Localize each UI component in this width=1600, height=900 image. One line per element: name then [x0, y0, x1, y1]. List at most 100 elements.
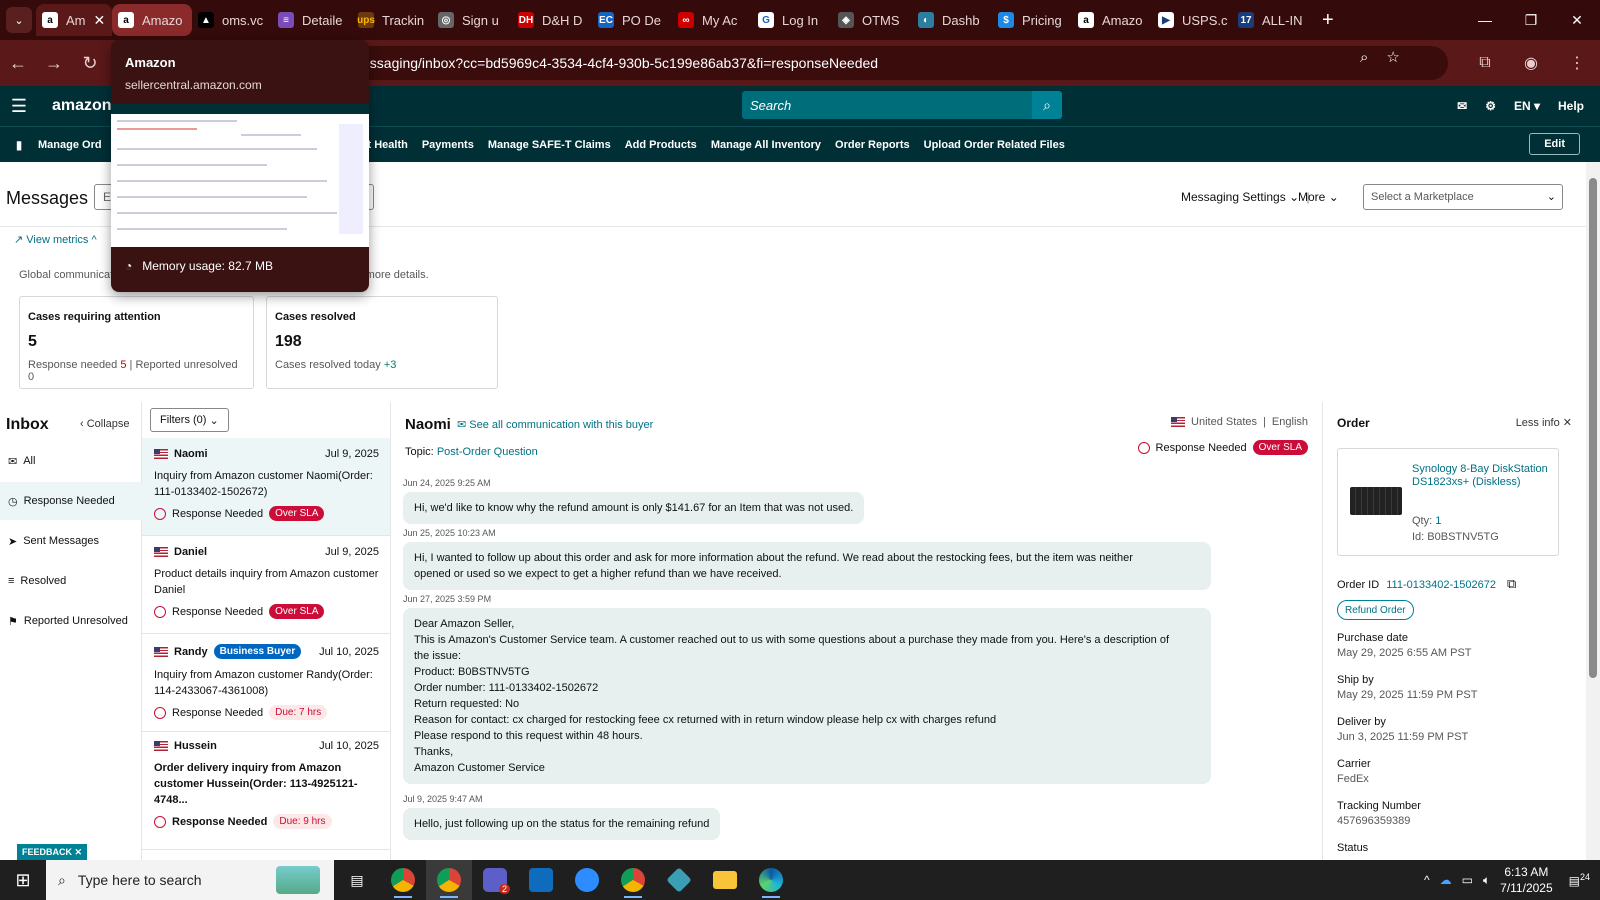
case-list-item[interactable]: Daniel Jul 9, 2025 Product details inquiry…: [142, 536, 390, 634]
extensions-icon[interactable]: ⧉: [1462, 54, 1508, 72]
inbox-filter-4[interactable]: ⚑ Reported Unresolved: [0, 602, 142, 640]
browser-tab-9[interactable]: G Log In: [752, 4, 832, 36]
taskbar-edge[interactable]: [748, 860, 794, 900]
network-icon[interactable]: ▭: [1462, 873, 1473, 887]
filters-button[interactable]: Filters (0) ⌄: [150, 408, 229, 432]
product-name-link[interactable]: Synology 8-Bay DiskStation DS1823xs+ (Di…: [1412, 463, 1552, 489]
browser-tab-4[interactable]: ups Trackin: [352, 4, 432, 36]
restore-button[interactable]: ❐: [1508, 0, 1554, 40]
page-scrollbar[interactable]: [1586, 162, 1600, 860]
taskbar-chrome-2[interactable]: [426, 860, 472, 900]
feedback-button[interactable]: FEEDBACK ✕: [17, 844, 88, 860]
taskbar-app-diamond[interactable]: [656, 860, 702, 900]
teams-badge: 2: [498, 884, 510, 894]
edit-nav-button[interactable]: Edit: [1529, 133, 1580, 155]
browser-tab-13[interactable]: a Amazo: [1072, 4, 1152, 36]
minimize-button[interactable]: —: [1462, 0, 1508, 40]
nav-item-5[interactable]: Add Products: [625, 139, 697, 151]
copy-icon[interactable]: ⧉: [1507, 576, 1516, 591]
forward-button[interactable]: →: [36, 53, 72, 74]
browser-tab-11[interactable]: ◐ Dashb: [912, 4, 992, 36]
zoom-icon[interactable]: ⌕: [1360, 49, 1368, 66]
browser-tab-3[interactable]: ≡ Detaile: [272, 4, 352, 36]
back-button[interactable]: ←: [0, 53, 36, 74]
scrollbar-thumb[interactable]: [1589, 178, 1597, 678]
browser-tab-1[interactable]: a Amazo: [112, 4, 192, 36]
nav-item-8[interactable]: Upload Order Related Files: [924, 139, 1065, 151]
browser-tab-0[interactable]: a Am ✕: [36, 4, 112, 36]
browser-tab-6[interactable]: DH D&H D: [512, 4, 592, 36]
taskbar-teams[interactable]: 2: [472, 860, 518, 900]
nav-item-4[interactable]: Manage SAFE-T Claims: [488, 139, 611, 151]
hamburger-menu-icon[interactable]: ☰: [0, 96, 38, 117]
taskbar-outlook[interactable]: [518, 860, 564, 900]
less-info-button[interactable]: Less info ✕: [1516, 416, 1572, 429]
order-field-value: May 29, 2025 11:59 PM PST: [1337, 689, 1478, 701]
bookmark-icon[interactable]: ▮: [0, 138, 38, 152]
browser-tab-15[interactable]: 17 ALL-IN: [1232, 4, 1312, 36]
notifications-icon[interactable]: ▤24: [1569, 872, 1590, 888]
help-link[interactable]: Help: [1558, 99, 1584, 113]
taskbar-chrome-1[interactable]: [380, 860, 426, 900]
browser-tab-5[interactable]: ◎ Sign u: [432, 4, 512, 36]
browser-menu-icon[interactable]: ⋮: [1554, 53, 1600, 73]
view-metrics-toggle[interactable]: ↗ View metrics ^: [14, 233, 97, 246]
inbox-filter-1[interactable]: ◷ Response Needed: [0, 482, 142, 520]
topic-link[interactable]: Post-Order Question: [437, 446, 538, 458]
message-line: opened or used so we expect to get a hig…: [414, 568, 782, 580]
tray-chevron-icon[interactable]: ^: [1424, 873, 1430, 887]
inbox-filter-3[interactable]: ≡ Resolved: [0, 562, 142, 600]
volume-icon[interactable]: 🔈︎: [1483, 873, 1490, 888]
mail-icon[interactable]: ✉: [1457, 99, 1467, 113]
taskbar-search[interactable]: ⌕ Type here to search: [46, 860, 334, 900]
messaging-settings-dropdown[interactable]: Messaging Settings ⌄ |: [1181, 190, 1310, 204]
tab-label: PO De: [622, 12, 662, 28]
browser-tab-2[interactable]: ▲ oms.vc: [192, 4, 272, 36]
case-list-item[interactable]: Randy Business Buyer Jul 10, 2025 Inquiry f…: [142, 634, 390, 732]
collapse-button[interactable]: ‹ Collapse: [80, 418, 130, 430]
browser-tab-7[interactable]: EC PO De: [592, 4, 672, 36]
close-tab-icon[interactable]: ✕: [94, 12, 106, 29]
bookmark-star-icon[interactable]: ☆: [1386, 48, 1399, 66]
browser-tab-14[interactable]: ▶ USPS.c: [1152, 4, 1232, 36]
browser-tab-8[interactable]: ∞ My Ac: [672, 4, 752, 36]
message-line: Dear Amazon Seller,: [414, 618, 515, 630]
inbox-filter-0[interactable]: ✉ All: [0, 442, 142, 480]
profile-icon[interactable]: ◉: [1508, 53, 1554, 73]
language-selector[interactable]: EN ▾: [1514, 99, 1540, 113]
browser-tab-10[interactable]: ◈ OTMS: [832, 4, 912, 36]
clock-icon: [154, 605, 166, 618]
more-dropdown[interactable]: More ⌄: [1298, 190, 1339, 204]
order-id-link[interactable]: 111-0133402-1502672: [1386, 579, 1496, 591]
refund-order-button[interactable]: Refund Order: [1337, 600, 1414, 620]
tab-search-button[interactable]: ⌄: [6, 7, 32, 33]
message-line: Please respond to this request within 48…: [414, 730, 643, 742]
inbox-filter-2[interactable]: ➤ Sent Messages: [0, 522, 142, 560]
taskbar-file-explorer[interactable]: [702, 860, 748, 900]
buyer-name: Naomi: [405, 416, 451, 433]
case-list-item[interactable]: Naomi Jul 9, 2025 Inquiry from Amazon cust…: [142, 438, 390, 536]
reload-button[interactable]: ↻: [72, 53, 108, 74]
see-all-communication-link[interactable]: ✉ See all communication with this buyer: [457, 418, 653, 431]
close-window-button[interactable]: ✕: [1554, 0, 1600, 40]
marketplace-select[interactable]: Select a Marketplace ⌄: [1363, 184, 1563, 210]
new-tab-button[interactable]: +: [1322, 9, 1334, 32]
page-title: Messages: [6, 188, 89, 208]
nav-item-6[interactable]: Manage All Inventory: [711, 139, 821, 151]
taskbar-clock[interactable]: 6:13 AM 7/11/2025: [1500, 864, 1553, 896]
nav-item-0[interactable]: Manage Ord: [38, 139, 102, 151]
browser-tab-12[interactable]: $ Pricing: [992, 4, 1072, 36]
nav-item-3[interactable]: Payments: [422, 139, 474, 151]
start-button[interactable]: ⊞: [0, 860, 46, 900]
case-list-item[interactable]: Hussein Jul 10, 2025 Order delivery inquir…: [142, 730, 390, 850]
nav-item-7[interactable]: Order Reports: [835, 139, 910, 151]
search-button[interactable]: ⌕: [1032, 91, 1062, 119]
send-icon: ➤: [8, 535, 18, 548]
chevron-down-icon: ⌄: [1546, 191, 1556, 203]
task-view-button[interactable]: ▤: [334, 860, 380, 900]
taskbar-chrome-3[interactable]: [610, 860, 656, 900]
global-search-input[interactable]: Search: [742, 91, 1032, 119]
taskbar-zoom[interactable]: [564, 860, 610, 900]
gear-icon[interactable]: ⚙: [1485, 99, 1496, 113]
onedrive-icon[interactable]: ☁: [1440, 873, 1452, 887]
